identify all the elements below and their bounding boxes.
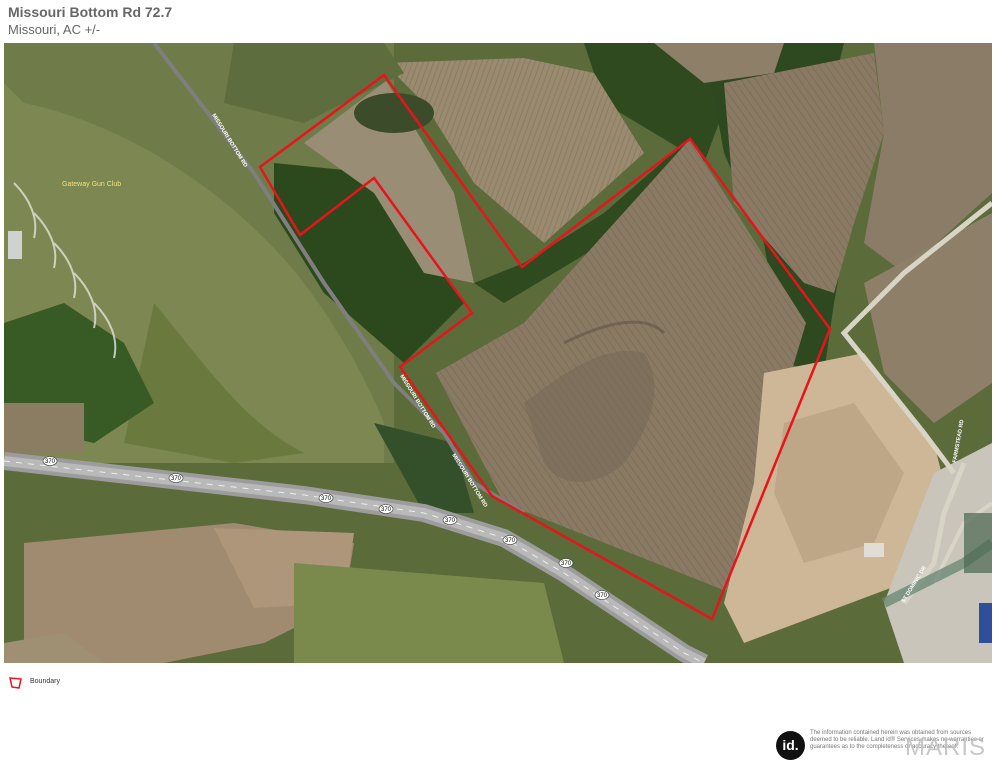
svg-text:370: 370 — [597, 593, 608, 599]
svg-text:370: 370 — [45, 459, 56, 465]
maris-watermark: MARIS — [904, 734, 986, 761]
boundary-polygon-icon — [9, 677, 22, 689]
svg-text:370: 370 — [321, 496, 332, 502]
svg-text:370: 370 — [171, 476, 182, 482]
legend-label: Boundary — [30, 678, 60, 685]
svg-text:370: 370 — [445, 518, 456, 524]
gun-club-label: Gateway Gun Club — [62, 181, 121, 188]
aerial-imagery: 370 370 370 370 370 370 370 370 Gateway … — [4, 43, 992, 663]
aerial-map[interactable]: 370 370 370 370 370 370 370 370 Gateway … — [4, 43, 992, 663]
page-subtitle: Missouri, AC +/- — [8, 22, 101, 37]
svg-text:370: 370 — [381, 507, 392, 513]
svg-text:370: 370 — [561, 561, 572, 567]
page-title: Missouri Bottom Rd 72.7 — [8, 4, 173, 20]
svg-text:370: 370 — [505, 538, 516, 544]
land-id-logo: id. — [776, 731, 805, 760]
footer-branding: id. The information contained herein was… — [776, 726, 988, 766]
